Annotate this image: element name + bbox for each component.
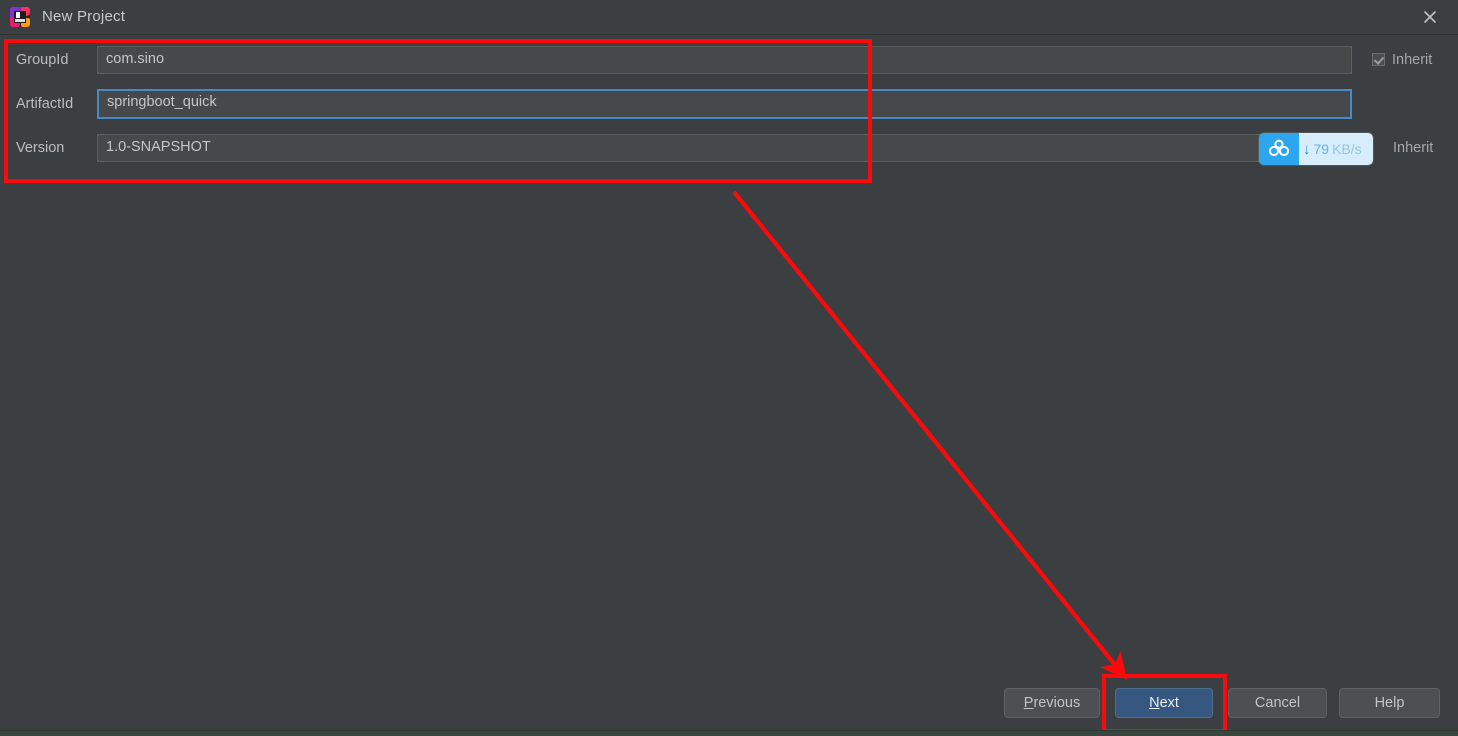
version-inherit-checkbox[interactable]: Inherit xyxy=(1393,140,1433,156)
download-speed-unit: KB/s xyxy=(1332,141,1362,157)
groupid-label: GroupId xyxy=(16,52,69,68)
download-arrow-icon: ↓ xyxy=(1303,140,1311,158)
previous-mnemonic: P xyxy=(1023,695,1034,711)
previous-button-label-rest: revious xyxy=(1033,695,1081,711)
groupid-inherit-checkbox[interactable]: Inherit xyxy=(1372,52,1432,68)
form-row-version: Version 1.0-SNAPSHOT Inherit xyxy=(0,128,1458,172)
download-speed-widget[interactable]: ↓ 79 KB/s xyxy=(1259,133,1373,165)
coordinates-form: GroupId com.sino Inherit ArtifactId spri… xyxy=(0,34,1458,184)
intellij-idea-icon xyxy=(10,7,30,27)
next-mnemonic: N xyxy=(1149,695,1160,711)
artifactid-value: springboot_quick xyxy=(107,94,217,110)
groupid-inherit-label: Inherit xyxy=(1392,52,1433,68)
groupid-input[interactable]: com.sino xyxy=(97,46,1352,74)
download-speed-readout: ↓ 79 KB/s xyxy=(1299,133,1373,165)
cancel-button[interactable]: Cancel xyxy=(1228,688,1327,718)
version-label: Version xyxy=(16,140,65,156)
baidu-netdisk-cloud-icon xyxy=(1259,133,1299,165)
download-speed-value: 79 xyxy=(1313,141,1330,157)
next-button-label-rest: ext xyxy=(1159,695,1179,711)
dialog-button-bar: Previous Next Cancel Help xyxy=(0,676,1458,736)
close-icon[interactable] xyxy=(1416,5,1444,29)
version-inherit-label: Inherit xyxy=(1393,140,1434,156)
help-button[interactable]: Help xyxy=(1339,688,1440,718)
artifactid-input[interactable]: springboot_quick xyxy=(97,89,1352,119)
groupid-value: com.sino xyxy=(106,51,165,67)
page-title: New Project xyxy=(42,8,126,25)
next-button[interactable]: Next xyxy=(1115,688,1213,718)
bottom-strip xyxy=(0,730,1458,736)
title-bar: New Project xyxy=(0,0,1458,35)
version-value: 1.0-SNAPSHOT xyxy=(106,139,211,155)
form-row-groupid: GroupId com.sino Inherit xyxy=(0,40,1458,84)
version-input[interactable]: 1.0-SNAPSHOT xyxy=(97,134,1352,162)
idea-icon-glyph xyxy=(14,11,26,23)
form-row-artifactid: ArtifactId springboot_quick xyxy=(0,84,1458,128)
new-project-dialog: New Project GroupId com.sino Inherit Art… xyxy=(0,0,1458,736)
checkbox-checked-icon xyxy=(1372,53,1385,66)
artifactid-label: ArtifactId xyxy=(16,96,74,112)
previous-button[interactable]: Previous xyxy=(1004,688,1100,718)
